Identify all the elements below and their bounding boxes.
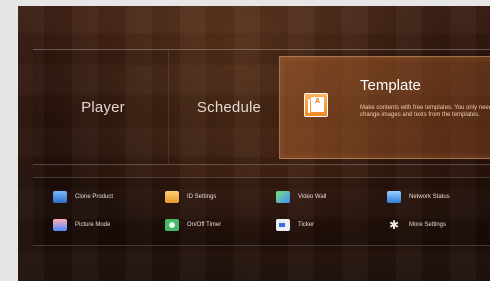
- option-label: Picture Mode: [75, 222, 111, 228]
- video-wall-icon: [276, 191, 290, 203]
- template-title: Template: [360, 77, 421, 94]
- timer-icon: [165, 219, 179, 231]
- option-ticker[interactable]: Ticker: [276, 217, 314, 233]
- template-icon: A: [304, 93, 328, 117]
- option-label: Ticker: [298, 222, 315, 228]
- option-id-settings[interactable]: ID Settings: [165, 189, 216, 205]
- main-menu: Player Schedule A Template Make contents…: [33, 49, 490, 165]
- menu-player-label: Player: [81, 98, 125, 116]
- menu-template[interactable]: A Template Make contents with free templ…: [279, 56, 490, 159]
- gear-icon: ✱: [388, 218, 400, 232]
- option-more-settings[interactable]: ✱ More Settings: [387, 217, 446, 233]
- option-network-status[interactable]: Network Status: [387, 189, 450, 205]
- option-clone-product[interactable]: Clone Product: [53, 189, 113, 205]
- option-video-wall[interactable]: Video Wall: [276, 189, 326, 205]
- template-description: Make contents with free templates. You o…: [360, 105, 490, 118]
- template-icon-sheet: A: [311, 97, 324, 112]
- option-label: On/Off Timer: [187, 222, 222, 228]
- menu-schedule[interactable]: Schedule: [170, 50, 288, 164]
- option-picture-mode[interactable]: Picture Mode: [53, 217, 110, 233]
- id-settings-icon: [165, 191, 179, 203]
- option-label: Video Wall: [298, 194, 327, 200]
- option-label: More Settings: [409, 222, 447, 228]
- network-status-icon: [387, 191, 401, 203]
- clone-product-icon: [53, 191, 67, 203]
- option-label: Clone Product: [75, 194, 114, 200]
- option-on-off-timer[interactable]: On/Off Timer: [165, 217, 221, 233]
- ticker-icon: [276, 219, 290, 231]
- settings-options: Clone Product ID Settings Video Wall Net…: [33, 177, 490, 246]
- menu-player[interactable]: Player: [38, 50, 169, 164]
- option-label: ID Settings: [187, 194, 217, 200]
- menu-schedule-label: Schedule: [196, 98, 262, 116]
- picture-mode-icon: [53, 219, 67, 231]
- template-icon-bar: [308, 99, 310, 113]
- option-label: Network Status: [409, 194, 450, 200]
- tv-screen: Player Schedule A Template Make contents…: [18, 6, 490, 281]
